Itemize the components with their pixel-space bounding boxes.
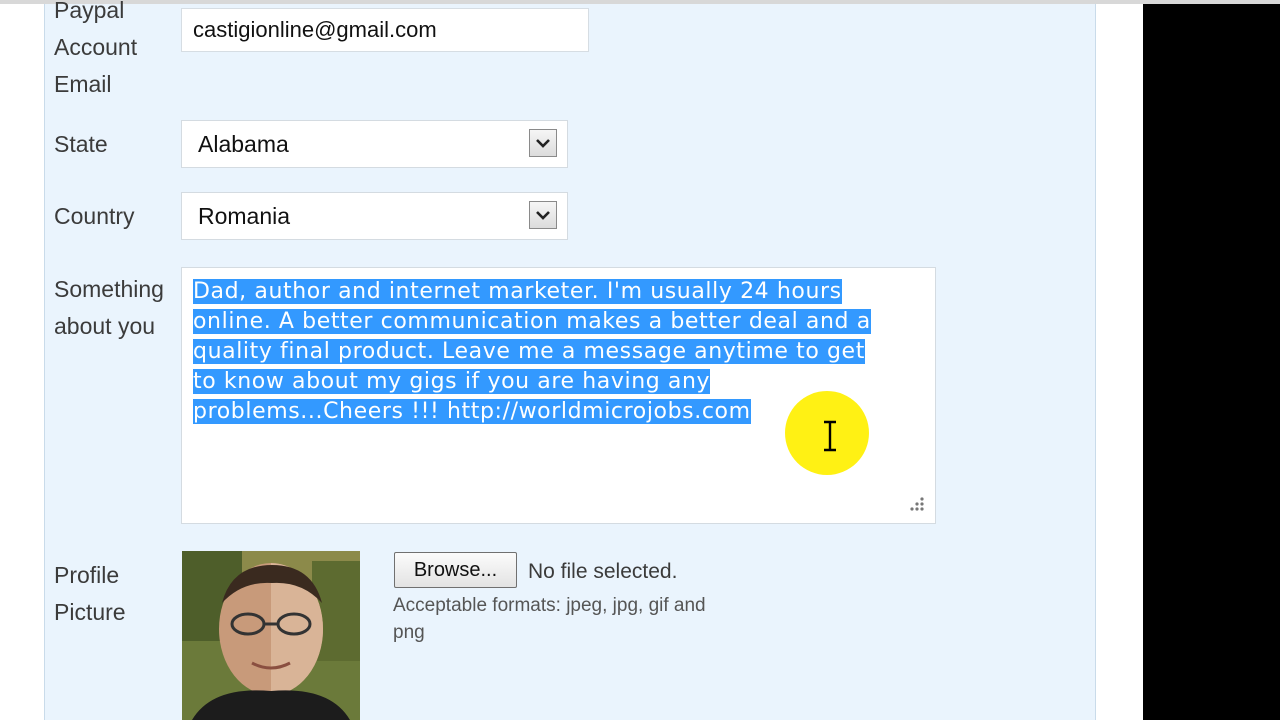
paypal-label: Paypal Account Email: [54, 0, 137, 103]
state-label: State: [54, 131, 108, 157]
black-sidebar: [1143, 4, 1280, 720]
paypal-label-line-2: Account: [54, 34, 138, 60]
resize-grip-icon[interactable]: [905, 493, 925, 513]
about-line: problems...Cheers !!! http://worldmicroj…: [193, 399, 751, 424]
about-label: Something about you: [54, 271, 164, 345]
paypal-email-field[interactable]: castigionline@gmail.com: [181, 8, 589, 52]
about-line: to know about my gigs if you are having …: [193, 369, 711, 394]
about-line: Dad, author and internet marketer. I'm u…: [193, 279, 842, 304]
state-select[interactable]: Alabama: [181, 120, 568, 168]
about-line: online. A better communication makes a b…: [193, 309, 871, 334]
chevron-down-icon[interactable]: [529, 201, 557, 229]
formats-hint: Acceptable formats: jpeg, jpg, gif and p…: [393, 595, 706, 643]
profile-label-line-2: Picture: [54, 599, 126, 625]
state-value: Alabama: [198, 131, 289, 157]
country-label: Country: [54, 203, 135, 229]
paypal-label-line-1: Paypal: [54, 0, 125, 23]
chevron-down-icon[interactable]: [529, 129, 557, 157]
profile-label: Profile Picture: [54, 557, 126, 631]
country-value: Romania: [198, 203, 291, 229]
file-status: No file selected.: [528, 560, 678, 583]
profile-photo: [182, 551, 360, 720]
paypal-label-line-3: Email: [54, 71, 112, 97]
country-select[interactable]: Romania: [181, 192, 568, 240]
about-line: quality final product. Leave me a messag…: [193, 339, 865, 364]
profile-label-line-1: Profile: [54, 562, 120, 588]
text-cursor-icon: [824, 420, 836, 452]
about-label-line-1: Something: [54, 276, 164, 302]
about-label-line-2: about you: [54, 313, 156, 339]
browse-button[interactable]: Browse...: [394, 552, 517, 588]
